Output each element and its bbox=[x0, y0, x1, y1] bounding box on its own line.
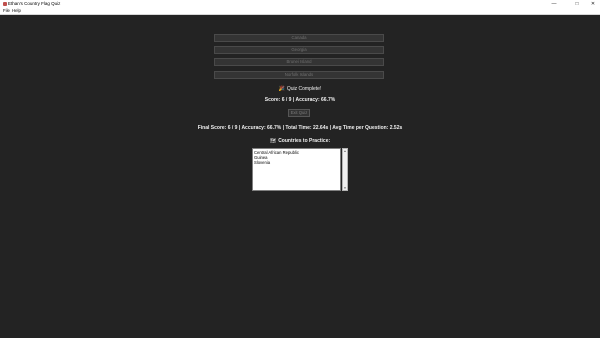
option-button-3[interactable]: Brunei Island bbox=[214, 58, 384, 66]
scroll-down-arrow-icon[interactable]: ▼ bbox=[343, 186, 347, 190]
practice-heading: 🗺 Countries to Practice: bbox=[0, 138, 600, 144]
maximize-button[interactable]: □ bbox=[572, 0, 582, 8]
list-item[interactable]: Slovenia bbox=[254, 160, 339, 165]
exit-quiz-button[interactable]: Exit Quiz bbox=[288, 109, 310, 117]
title-bar: Ethan's Country Flag Quiz — □ ✕ bbox=[0, 0, 600, 8]
scroll-up-arrow-icon[interactable]: ▲ bbox=[343, 149, 347, 153]
option-button-4[interactable]: Norfolk Islands bbox=[214, 71, 384, 79]
menu-bar: File Help bbox=[0, 8, 600, 15]
map-icon: 🗺 bbox=[269, 138, 277, 144]
party-popper-icon: 🎉 bbox=[278, 86, 285, 92]
practice-list[interactable]: Central African Republic Guinea Slovenia bbox=[252, 148, 341, 191]
window-title: Ethan's Country Flag Quiz bbox=[8, 1, 61, 6]
final-score-line: Final Score: 6 / 9 | Accuracy: 66.7% | T… bbox=[197, 125, 403, 131]
menu-file[interactable]: File bbox=[3, 8, 10, 14]
practice-list-scrollbar[interactable]: ▲ ▼ bbox=[342, 148, 348, 191]
minimize-button[interactable]: — bbox=[549, 0, 559, 8]
option-button-2[interactable]: Georgia bbox=[214, 46, 384, 54]
close-button[interactable]: ✕ bbox=[588, 0, 598, 8]
quiz-status-text: Quiz Complete! bbox=[286, 86, 322, 92]
option-button-1[interactable]: Canada bbox=[214, 34, 384, 42]
practice-heading-text: Countries to Practice: bbox=[278, 138, 331, 144]
quiz-status: 🎉 Quiz Complete! bbox=[0, 86, 600, 92]
app-icon bbox=[3, 2, 7, 6]
menu-help[interactable]: Help bbox=[12, 8, 21, 14]
score-line: Score: 6 / 9 | Accuracy: 66.7% bbox=[264, 97, 336, 103]
